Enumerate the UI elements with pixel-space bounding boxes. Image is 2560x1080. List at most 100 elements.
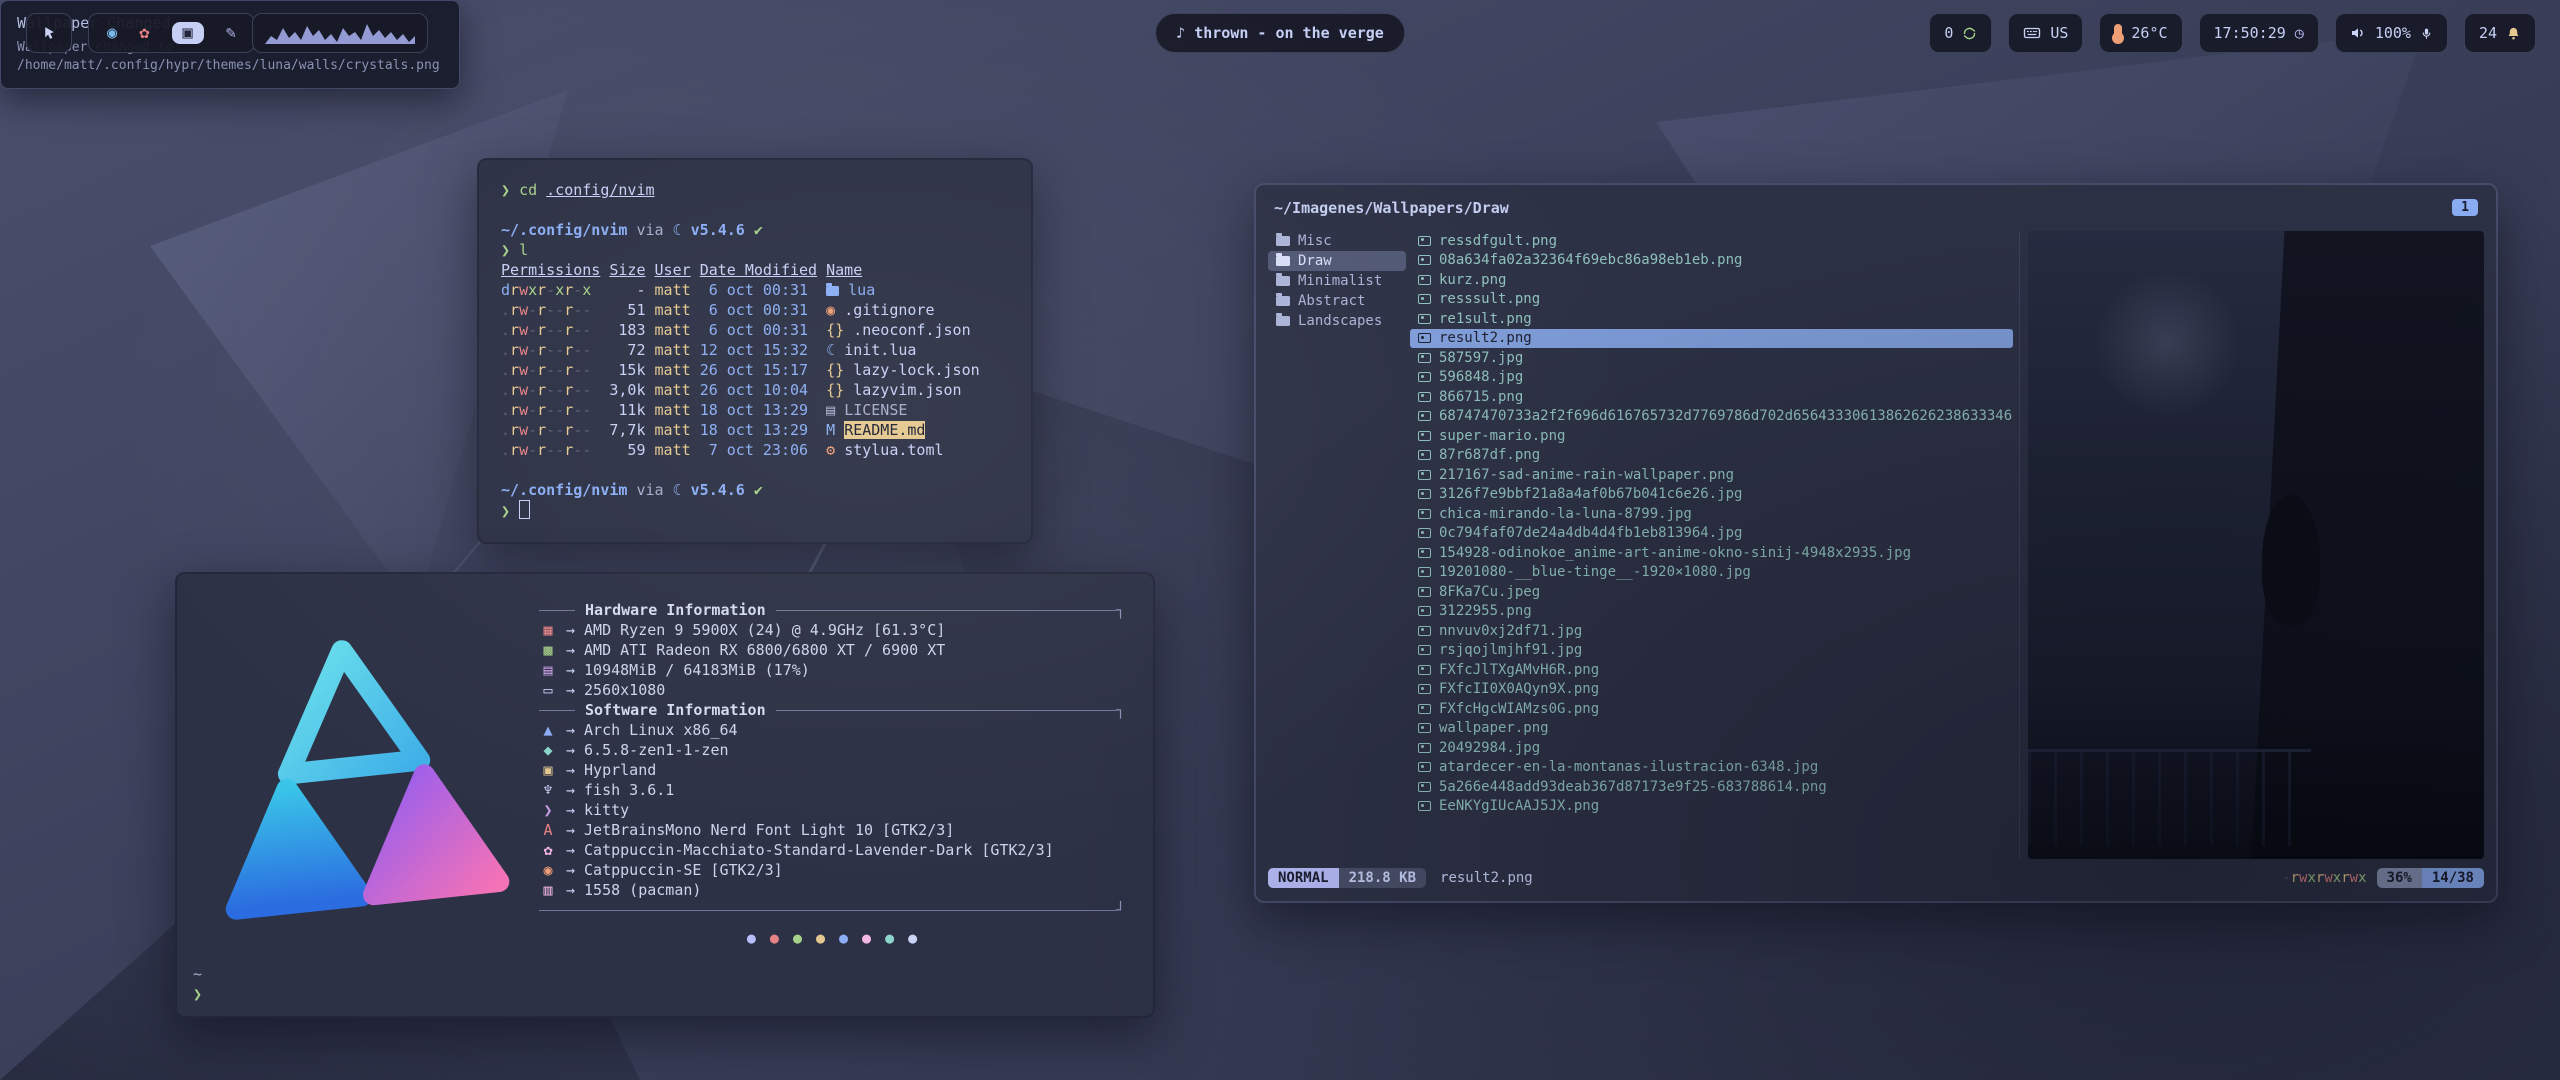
- keyboard-layout-module[interactable]: US: [2008, 13, 2083, 53]
- file-item[interactable]: resssult.png: [1410, 290, 2013, 310]
- json-icon: {}: [826, 361, 853, 379]
- file-name: atardecer-en-la-montanas-ilustracion-634…: [1439, 759, 1818, 775]
- perm-char: r: [537, 361, 546, 379]
- file-item[interactable]: 20492984.jpg: [1410, 738, 2013, 758]
- perm-char: r: [537, 441, 546, 459]
- sidebar-folder-minimalist[interactable]: Minimalist: [1268, 271, 1406, 291]
- image-file-icon: [1418, 665, 1431, 675]
- arrow-icon: →: [566, 881, 575, 899]
- prompt-input-line[interactable]: ❯: [501, 500, 1009, 520]
- lua-icon: ☾: [673, 221, 682, 239]
- command-text: cd: [519, 181, 537, 199]
- folder-name: Minimalist: [1298, 273, 1382, 289]
- sidebar-folder-landscapes[interactable]: Landscapes: [1268, 311, 1406, 331]
- file-item[interactable]: FXfcHgcWIAMzs0G.png: [1410, 699, 2013, 719]
- file-item[interactable]: 0c794faf07de24a4db4d4fb1eb813964.jpg: [1410, 524, 2013, 544]
- file-item[interactable]: 866715.png: [1410, 387, 2013, 407]
- file-manager-window[interactable]: ~/Imagenes/Wallpapers/Draw 1 MiscDrawMin…: [1254, 183, 2498, 903]
- file-name: rsjqojlmjhf91.jpg: [1439, 642, 1582, 658]
- color-dot: ●: [770, 929, 779, 947]
- file-item[interactable]: 587597.jpg: [1410, 348, 2013, 368]
- clock-module[interactable]: 17:50:29 ◷: [2199, 13, 2319, 53]
- info-text: Hyprland: [584, 761, 656, 779]
- file-item[interactable]: 154928-odinokoe_anime-art-anime-okno-sin…: [1410, 543, 2013, 563]
- file-item[interactable]: 596848.jpg: [1410, 368, 2013, 388]
- info-text: AMD Ryzen 9 5900X (24) @ 4.9GHz [61.3°C]: [584, 621, 945, 639]
- file-row: .rw-r--r-- 11k matt 18 oct 13:29 ▤ LICEN…: [501, 400, 1009, 420]
- updates-module[interactable]: 0: [1929, 13, 1992, 53]
- workspace-icon-files[interactable]: ▣: [172, 22, 204, 44]
- file-item[interactable]: 87r687df.png: [1410, 446, 2013, 466]
- file-item[interactable]: 5a266e448add93deab367d87173e9f25-6837886…: [1410, 777, 2013, 797]
- file-name: re1sult.png: [1439, 311, 1532, 327]
- workspace-icon-design[interactable]: ✎: [226, 23, 236, 43]
- color-dot: ●: [908, 929, 917, 947]
- perm-char: r: [510, 361, 519, 379]
- text: [646, 261, 655, 279]
- perm-char: -: [573, 341, 582, 359]
- file-item[interactable]: 19201080-__blue-tinge__-1920×1080.jpg: [1410, 563, 2013, 583]
- file-item[interactable]: 68747470733a2f2f696d616765732d7769786d70…: [1410, 407, 2013, 427]
- launcher-button[interactable]: [26, 13, 72, 53]
- file-name: LICENSE: [844, 401, 907, 419]
- tab-badge[interactable]: 1: [2452, 199, 2478, 216]
- image-file-icon: [1418, 528, 1431, 538]
- software-info-row: ◉→Catppuccin-SE [GTK2/3]: [539, 860, 1125, 880]
- sidebar-folder-draw[interactable]: Draw: [1268, 251, 1406, 271]
- software-info-row: ▣→Hyprland: [539, 760, 1125, 780]
- perm-char: w: [519, 341, 528, 359]
- toml-icon: ⚙: [826, 441, 844, 459]
- music-player-module[interactable]: ♪ thrown - on the verge: [1155, 13, 1405, 53]
- perm-char: r: [537, 321, 546, 339]
- perm-char: r: [564, 341, 573, 359]
- sidebar-folder-misc[interactable]: Misc: [1268, 231, 1406, 251]
- keyboard-icon: [2023, 24, 2041, 42]
- perm-char: r: [537, 421, 546, 439]
- perm-char: w: [519, 421, 528, 439]
- file-item[interactable]: 217167-sad-anime-rain-wallpaper.png: [1410, 465, 2013, 485]
- file-item[interactable]: 8FKa7Cu.jpeg: [1410, 582, 2013, 602]
- info-text: kitty: [584, 801, 629, 819]
- file-item[interactable]: re1sult.png: [1410, 309, 2013, 329]
- image-file-icon: [1418, 645, 1431, 655]
- file-item[interactable]: nnvuv0xj2df71.jpg: [1410, 621, 2013, 641]
- file-item[interactable]: ressdfgult.png: [1410, 231, 2013, 251]
- file-item[interactable]: wallpaper.png: [1410, 719, 2013, 739]
- bell-icon: [2506, 26, 2521, 41]
- perm-char: -: [546, 441, 555, 459]
- file-item[interactable]: result2.png: [1410, 329, 2013, 349]
- text: [817, 261, 826, 279]
- lua-icon: ☾: [673, 481, 682, 499]
- file-item[interactable]: FXfcJlTXgAMvH6R.png: [1410, 660, 2013, 680]
- terminal-window[interactable]: ❯ cd .config/nvim ~/.config/nvim via ☾ v…: [477, 158, 1033, 544]
- workspace-switcher: ◉ ✿ ▣ ✎: [88, 13, 255, 53]
- volume-module[interactable]: 100%: [2335, 13, 2448, 53]
- workspace-icon-misc[interactable]: ✿: [139, 23, 149, 43]
- fetch-prompt[interactable]: ~ ❯: [193, 964, 202, 1004]
- file-item[interactable]: FXfcII0X0AQyn9X.png: [1410, 680, 2013, 700]
- file-item[interactable]: EeNKYgIUcAAJ5JX.png: [1410, 797, 2013, 817]
- cpu-graph-widget[interactable]: [252, 13, 428, 53]
- file-item[interactable]: 3126f7e9bbf21a8a4af0b67b041c6e26.jpg: [1410, 485, 2013, 505]
- file-user: matt: [655, 341, 700, 359]
- file-item[interactable]: atardecer-en-la-montanas-ilustracion-634…: [1410, 758, 2013, 778]
- notifications-module[interactable]: 24: [2464, 13, 2536, 53]
- file-item[interactable]: rsjqojlmjhf91.jpg: [1410, 641, 2013, 661]
- prompt-context-line: ~/.config/nvim via ☾ v5.4.6 ✔: [501, 220, 1009, 240]
- hardware-info-row: ▤→10948MiB / 64183MiB (17%): [539, 660, 1125, 680]
- file-item[interactable]: super-mario.png: [1410, 426, 2013, 446]
- icons-icon: ◉: [539, 861, 557, 879]
- perm-char: [591, 341, 600, 359]
- temperature-module[interactable]: 26°C: [2099, 13, 2182, 53]
- workspace-icon-web[interactable]: ◉: [107, 23, 117, 43]
- memory-icon: ▤: [539, 661, 557, 679]
- file-row: .rw-r--r-- 183 matt 6 oct 00:31 {} .neoc…: [501, 320, 1009, 340]
- perm-char: -: [573, 301, 582, 319]
- file-item[interactable]: chica-mirando-la-luna-8799.jpg: [1410, 504, 2013, 524]
- sidebar-folder-abstract[interactable]: Abstract: [1268, 291, 1406, 311]
- file-item[interactable]: kurz.png: [1410, 270, 2013, 290]
- file-item[interactable]: 08a634fa02a32364f69ebc86a98eb1eb.png: [1410, 251, 2013, 271]
- file-item[interactable]: 3122955.png: [1410, 602, 2013, 622]
- fetch-terminal-window[interactable]: Hardware Information┐ ▦→AMD Ryzen 9 5900…: [175, 572, 1155, 1018]
- file-name: 68747470733a2f2f696d616765732d7769786d70…: [1439, 408, 2012, 424]
